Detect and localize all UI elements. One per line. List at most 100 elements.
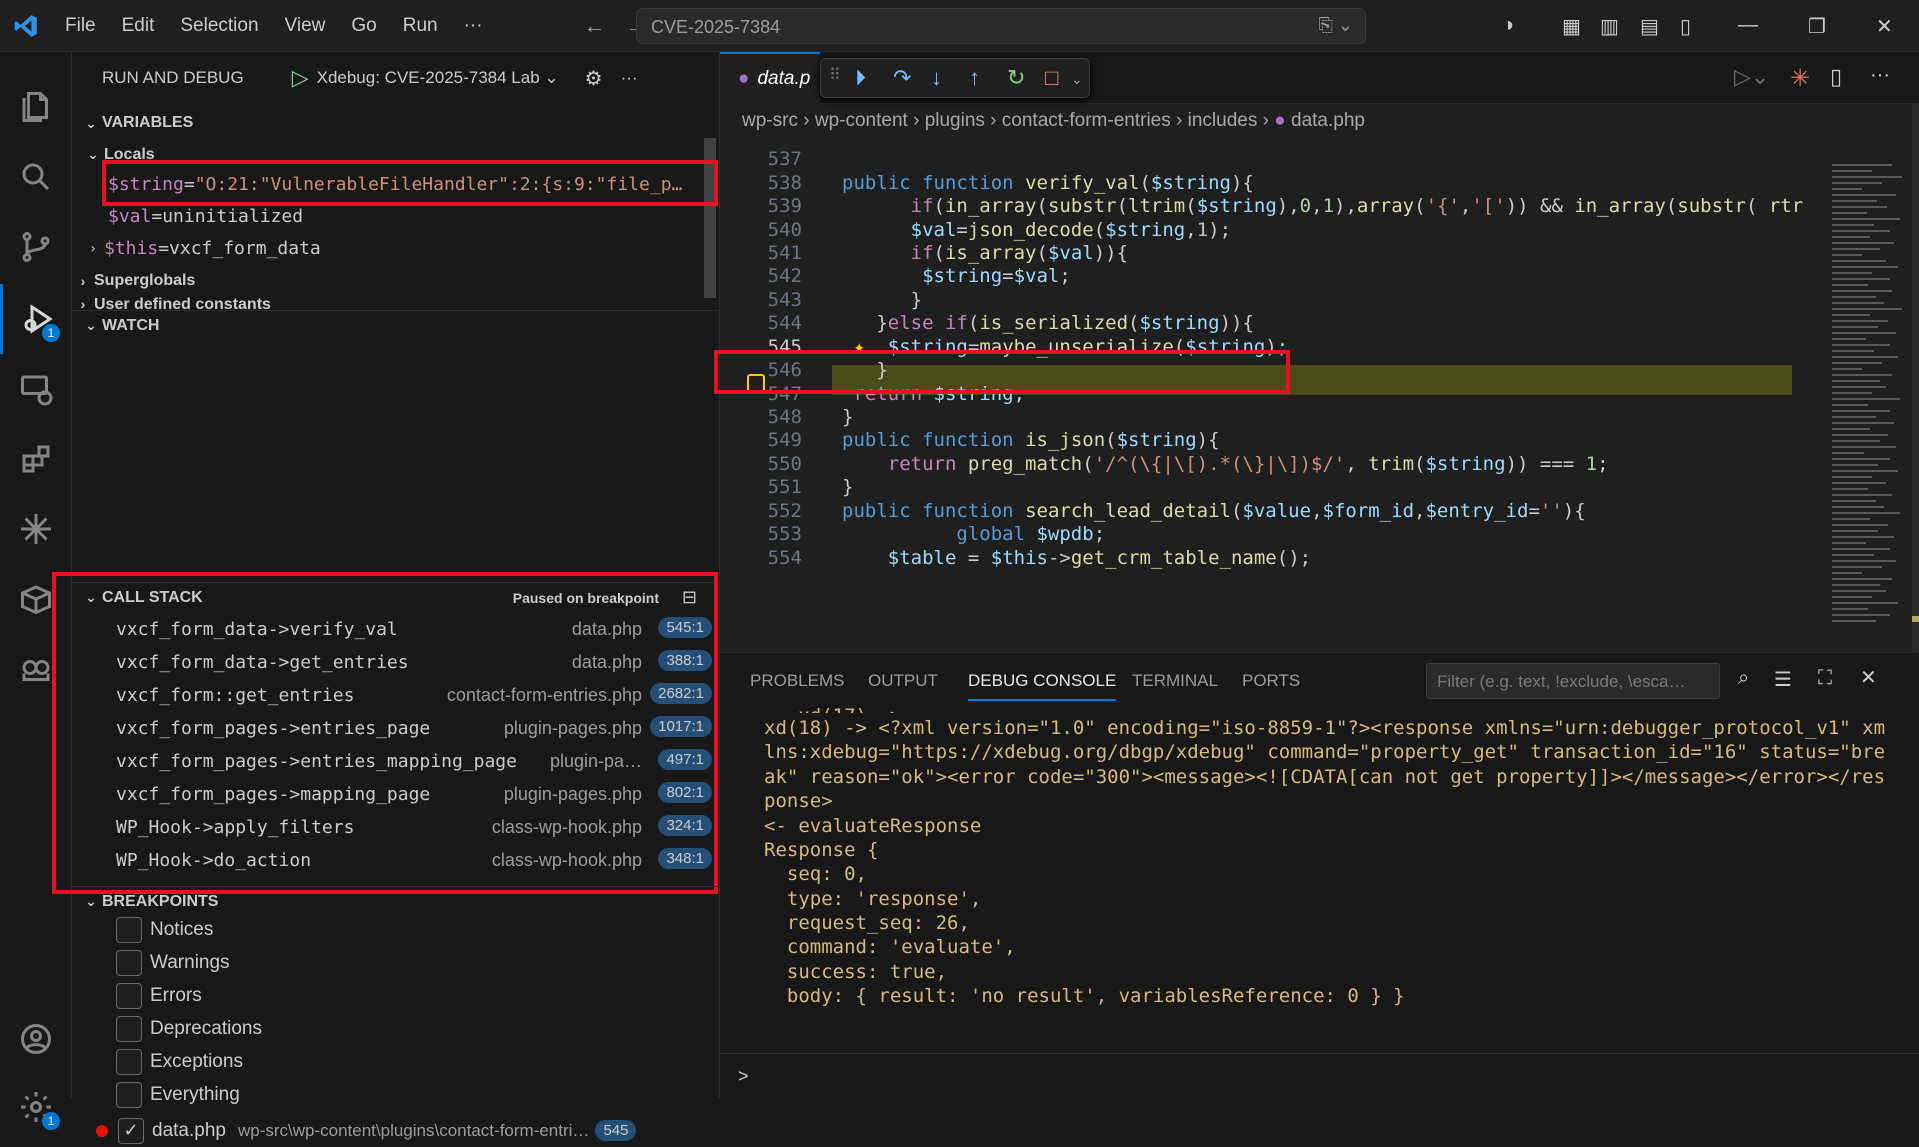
restore-icon[interactable]: ❐: [1808, 14, 1826, 39]
callstack-frame[interactable]: vxcf_form_pages->entries_page plugin-page…: [116, 712, 712, 745]
menu-edit[interactable]: Edit: [109, 15, 168, 37]
callstack-frame[interactable]: vxcf_form::get_entries contact-form-entri…: [116, 679, 712, 712]
source-control-icon[interactable]: [0, 212, 72, 282]
toggle-sidebar-icon[interactable]: ▥: [1600, 14, 1619, 39]
breadcrumb-item[interactable]: contact-form-entries: [1002, 110, 1171, 131]
customize-layout-icon[interactable]: ▦: [1562, 14, 1581, 39]
collapse-all-icon[interactable]: ⊟: [682, 587, 697, 608]
callstack-section-header[interactable]: ⌄ CALL STACK Paused on breakpoint ⊟: [72, 582, 719, 612]
breadcrumb-item[interactable]: includes: [1188, 110, 1258, 131]
menu-go[interactable]: Go: [338, 15, 389, 37]
remote-explorer-icon[interactable]: [0, 354, 72, 424]
split-editor-icon[interactable]: ▯: [1830, 64, 1842, 90]
callstack-frame[interactable]: vxcf_form_pages->mapping_page plugin-page…: [116, 778, 712, 811]
editor-more-icon[interactable]: ···: [1870, 64, 1890, 87]
breakpoint-checkbox[interactable]: [116, 1081, 142, 1108]
start-debugging-icon[interactable]: ▷: [292, 65, 309, 91]
variable-string[interactable]: $string = "O:21:"VulnerableFileHandler":…: [108, 168, 682, 201]
sidebar-more-icon[interactable]: ···: [621, 68, 638, 88]
command-center-search[interactable]: CVE-2025-7384 ⎘ ⌄: [636, 8, 1366, 44]
copilot-chat-icon[interactable]: ⎘ ⌄: [1319, 15, 1353, 36]
tab-terminal[interactable]: TERMINAL: [1132, 671, 1218, 691]
console-filter-input[interactable]: Filter (e.g. text, !exclude, \esca…: [1426, 663, 1720, 699]
code-editor[interactable]: 537 538 public function verify_val($strin…: [742, 144, 1822, 652]
stop-icon[interactable]: □: [1045, 65, 1058, 91]
settings-gear-icon[interactable]: 1: [0, 1072, 72, 1142]
debug-settings-gear-icon[interactable]: ⚙: [585, 66, 603, 91]
breakpoint-checkbox[interactable]: [116, 1048, 142, 1075]
step-into-icon[interactable]: ↓: [931, 65, 942, 91]
clear-console-icon[interactable]: ☰: [1774, 667, 1792, 692]
accounts-copilot-icon[interactable]: ◑: [1502, 14, 1514, 37]
claude-code-icon[interactable]: ✳: [1790, 64, 1810, 93]
variables-scrollbar[interactable]: [704, 138, 716, 298]
accounts-icon[interactable]: [0, 1004, 72, 1074]
breakpoint-checkbox[interactable]: [116, 916, 142, 943]
claude-icon[interactable]: [0, 494, 72, 564]
continue-icon[interactable]: ⏵: [855, 65, 866, 91]
breakpoint-option[interactable]: Notices: [116, 913, 213, 946]
debug-console-output[interactable]: xd(17) -> xd(18) -> <?xml version="1.0" …: [720, 705, 1919, 1053]
menu-file[interactable]: File: [52, 15, 109, 37]
toggle-panel-icon[interactable]: ▤: [1640, 14, 1659, 39]
tab-data-php[interactable]: ● data.p: [720, 52, 820, 104]
copilot-icon[interactable]: [0, 634, 72, 704]
watch-section-header[interactable]: ⌄ WATCH: [72, 310, 719, 340]
debug-config-select[interactable]: Xdebug: CVE-2025-7384 Lab ⌄: [317, 68, 559, 88]
run-debug-icon[interactable]: 1: [0, 284, 72, 354]
user-defined-scope[interactable]: › User defined constants: [72, 296, 271, 310]
superglobals-scope[interactable]: › Superglobals: [72, 264, 196, 297]
step-over-icon[interactable]: ↷: [893, 65, 911, 91]
containers-icon[interactable]: [0, 564, 72, 634]
breakpoint-option[interactable]: Warnings: [116, 946, 230, 979]
breadcrumb-item[interactable]: wp-content: [815, 110, 908, 131]
console-input-row[interactable]: >: [720, 1053, 1919, 1099]
breadcrumb-item[interactable]: wp-src: [742, 110, 798, 131]
close-panel-icon[interactable]: ✕: [1860, 665, 1877, 690]
breakpoint-option[interactable]: Errors: [116, 979, 202, 1012]
callstack-frame[interactable]: vxcf_form_data->verify_val data.php 545:1: [116, 613, 712, 646]
menu-more[interactable]: ···: [451, 15, 496, 37]
step-out-icon[interactable]: ↑: [969, 65, 980, 91]
variable-this[interactable]: › $this = vxcf_form_data: [82, 232, 321, 265]
tab-output[interactable]: OUTPUT: [868, 671, 938, 691]
search-icon[interactable]: [0, 142, 72, 212]
breakpoint-checkbox[interactable]: [116, 949, 142, 976]
breakpoint-checkbox[interactable]: [116, 982, 142, 1009]
breakpoint-checkbox-checked[interactable]: ✓: [118, 1117, 144, 1144]
menu-view[interactable]: View: [272, 15, 339, 37]
menu-selection[interactable]: Selection: [167, 15, 271, 37]
breakpoint-checkbox[interactable]: [116, 1015, 142, 1042]
callstack-frame[interactable]: vxcf_form_data->get_entries data.php 388:1: [116, 646, 712, 679]
variable-val[interactable]: $val = uninitialized: [108, 200, 303, 233]
stop-options-chevron-icon[interactable]: ⌄: [1071, 71, 1083, 88]
drag-handle-icon[interactable]: ⠿: [829, 65, 841, 85]
tab-debug-console[interactable]: DEBUG CONSOLE: [968, 671, 1117, 701]
extensions-icon[interactable]: [0, 424, 72, 494]
breakpoint-option[interactable]: Deprecations: [116, 1012, 262, 1045]
menu-run[interactable]: Run: [390, 15, 451, 37]
breakpoint-file-row[interactable]: ✓ data.php wp-src\wp-content\plugins\con…: [96, 1114, 716, 1147]
breakpoints-section-header[interactable]: ⌄ BREAKPOINTS: [72, 886, 719, 916]
explorer-icon[interactable]: [0, 72, 72, 142]
callstack-frame[interactable]: WP_Hook->do_action class-wp-hook.php 348:1: [116, 844, 712, 877]
toggle-secondary-sidebar-icon[interactable]: ▯: [1680, 14, 1691, 39]
breakpoint-option[interactable]: Exceptions: [116, 1045, 243, 1078]
maximize-panel-icon[interactable]: ⛶: [1818, 667, 1832, 690]
variables-section-header[interactable]: ⌄ VARIABLES: [72, 108, 719, 138]
restart-icon[interactable]: ↻: [1007, 65, 1025, 91]
tab-ports[interactable]: PORTS: [1242, 671, 1300, 691]
callstack-frame[interactable]: WP_Hook->apply_filters class-wp-hook.php 3…: [116, 811, 712, 844]
run-file-icon[interactable]: ▷⌄: [1734, 64, 1769, 90]
breakpoint-option[interactable]: Everything: [116, 1078, 240, 1111]
callstack-frame[interactable]: vxcf_form_pages->entries_mapping_page plu…: [116, 745, 712, 778]
find-icon[interactable]: ⌕: [1738, 667, 1749, 690]
close-window-icon[interactable]: ✕: [1876, 14, 1893, 39]
back-arrow-icon[interactable]: ←: [574, 13, 616, 39]
minimap[interactable]: [1824, 104, 1919, 652]
breadcrumb-item[interactable]: plugins: [925, 110, 985, 131]
tab-problems[interactable]: PROBLEMS: [750, 671, 844, 691]
breadcrumb-item[interactable]: data.php: [1291, 110, 1365, 131]
minimize-icon[interactable]: —: [1738, 14, 1758, 37]
locals-scope[interactable]: ⌄ Locals: [82, 138, 155, 171]
